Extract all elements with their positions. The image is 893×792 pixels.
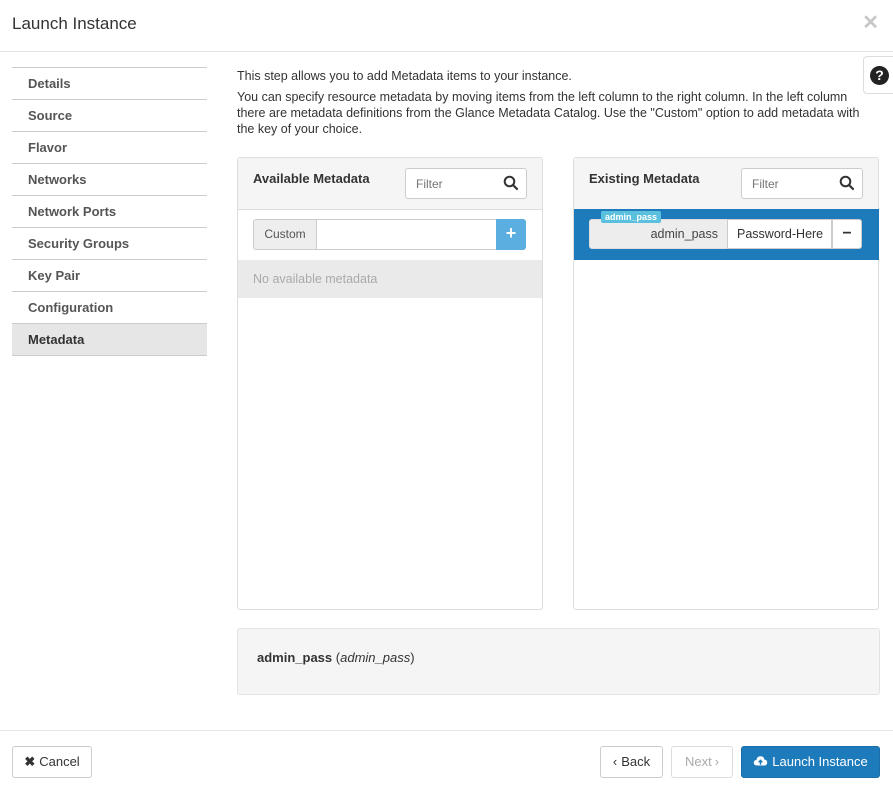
available-metadata-header: Available Metadata (238, 158, 542, 210)
chevron-right-icon: › (714, 754, 720, 769)
chevron-left-icon: ‹ (612, 754, 618, 769)
nav-item-key-pair[interactable]: Key Pair (12, 260, 207, 292)
existing-metadata-panel: Existing Metadata admin_pass admin_pass … (573, 157, 879, 610)
back-label: Back (621, 754, 651, 769)
available-metadata-title: Available Metadata (253, 171, 370, 186)
next-label: Next (684, 754, 712, 769)
next-button[interactable]: Next › (671, 746, 733, 778)
launch-label: Launch Instance (772, 754, 868, 769)
detail-open-paren: ( (332, 650, 341, 665)
search-icon[interactable] (838, 174, 856, 192)
detail-key: admin_pass (340, 650, 411, 665)
search-icon[interactable] (502, 174, 520, 192)
back-button[interactable]: ‹ Back (600, 746, 663, 778)
close-icon: ✖ (24, 754, 36, 769)
custom-metadata-row: Custom + (253, 219, 527, 250)
intro-line-2: You can specify resource metadata by mov… (237, 90, 860, 136)
nav-item-security-groups[interactable]: Security Groups (12, 228, 207, 260)
available-filter (405, 168, 527, 199)
nav-item-network-ports[interactable]: Network Ports (12, 196, 207, 228)
metadata-detail-text: admin_pass (admin_pass) (257, 650, 415, 665)
existing-metadata-title: Existing Metadata (589, 171, 700, 186)
metadata-tag: admin_pass (601, 211, 662, 223)
existing-metadata-header: Existing Metadata (574, 158, 878, 210)
metadata-key: admin_pass (589, 219, 728, 249)
nav-item-metadata[interactable]: Metadata (12, 324, 207, 356)
cancel-label: Cancel (39, 754, 80, 769)
intro-text: This step allows you to add Metadata ite… (237, 68, 877, 142)
nav-item-details[interactable]: Details (12, 68, 207, 100)
cloud-upload-icon (754, 756, 768, 766)
wizard-nav: Details Source Flavor Networks Network P… (12, 67, 207, 356)
available-metadata-panel: Available Metadata Custom + No available… (237, 157, 543, 610)
cancel-button[interactable]: ✖ Cancel (12, 746, 92, 778)
remove-metadata-button[interactable]: − (832, 219, 862, 249)
nav-item-configuration[interactable]: Configuration (12, 292, 207, 324)
nav-item-source[interactable]: Source (12, 100, 207, 132)
launch-instance-button[interactable]: Launch Instance (741, 746, 880, 778)
custom-key-input[interactable] (316, 219, 497, 250)
metadata-value-input[interactable] (727, 219, 832, 249)
no-available-metadata: No available metadata (238, 260, 542, 298)
existing-filter-input[interactable] (742, 169, 830, 198)
metadata-detail: admin_pass (admin_pass) (237, 628, 880, 695)
intro-line-1: This step allows you to add Metadata ite… (237, 69, 572, 83)
available-filter-input[interactable] (406, 169, 494, 198)
detail-name: admin_pass (257, 650, 333, 665)
close-icon[interactable]: ✕ (862, 10, 879, 35)
custom-label: Custom (253, 219, 317, 250)
nav-item-flavor[interactable]: Flavor (12, 132, 207, 164)
existing-metadata-item[interactable]: admin_pass admin_pass − (574, 209, 879, 260)
nav-item-networks[interactable]: Networks (12, 164, 207, 196)
modal-title: Launch Instance (12, 14, 137, 33)
add-custom-button[interactable]: + (496, 219, 526, 250)
modal-footer: ✖ Cancel ‹ Back Next › Launch Instance (0, 730, 893, 792)
detail-close-paren: ) (410, 650, 415, 665)
modal-header: Launch Instance ✕ (0, 0, 893, 52)
existing-filter (741, 168, 863, 199)
